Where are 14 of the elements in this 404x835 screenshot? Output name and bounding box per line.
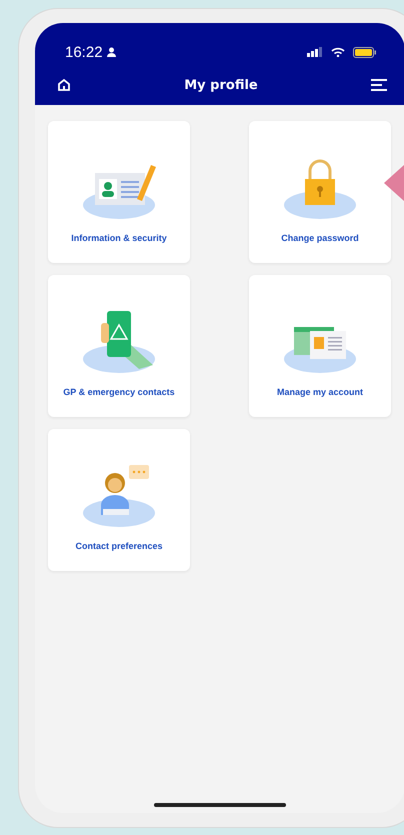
profile-tile[interactable]: Contact preferences <box>48 429 190 571</box>
home-icon[interactable] <box>57 78 71 92</box>
menu-icon[interactable] <box>371 79 387 91</box>
profile-tile[interactable]: Manage my account <box>249 275 391 417</box>
signal-icon <box>307 47 323 57</box>
pointer-arrow <box>384 165 404 201</box>
wifi-icon <box>331 47 345 57</box>
profile-tile[interactable]: GP & emergency contacts <box>48 275 190 417</box>
profile-tile[interactable]: Information & security <box>48 121 190 263</box>
page-title: My profile <box>184 78 258 92</box>
status-time: 16:22 <box>65 44 103 60</box>
person-icon <box>106 47 116 57</box>
battery-icon <box>353 46 377 58</box>
profile-tile[interactable]: Change password <box>249 121 391 263</box>
